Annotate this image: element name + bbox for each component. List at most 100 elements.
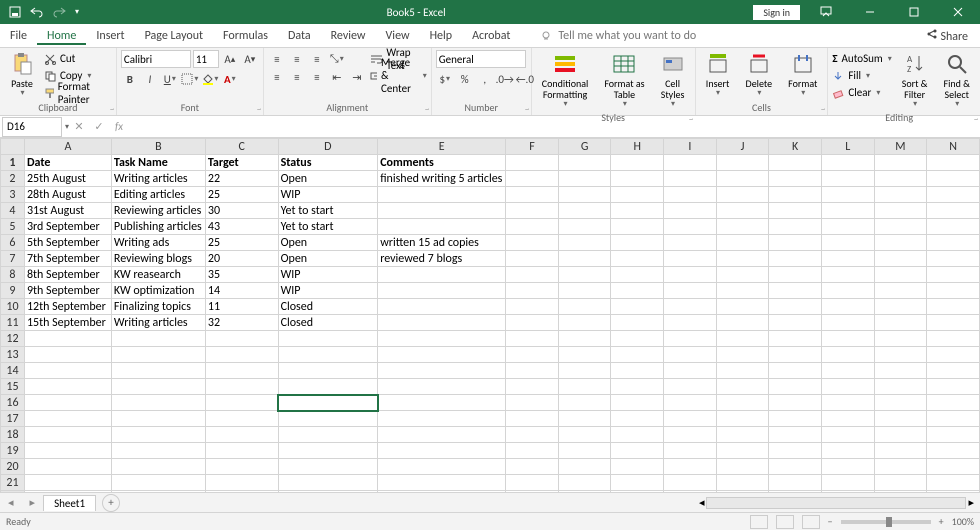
cell-C2[interactable]: 22: [205, 171, 278, 187]
cell-A17[interactable]: [24, 411, 111, 427]
cell-G17[interactable]: [558, 411, 611, 427]
cell-B21[interactable]: [111, 475, 205, 491]
cell-F4[interactable]: [506, 203, 559, 219]
cell-E13[interactable]: [378, 347, 506, 363]
cell-K1[interactable]: [769, 155, 822, 171]
cell-A9[interactable]: 9th September: [24, 283, 111, 299]
font-name-select[interactable]: [121, 50, 191, 68]
cell-L4[interactable]: [821, 203, 874, 219]
cell-B7[interactable]: Reviewing blogs: [111, 251, 205, 267]
cell-B9[interactable]: KW optimization: [111, 283, 205, 299]
cell-F22[interactable]: [506, 491, 559, 493]
cell-B6[interactable]: Writing ads: [111, 235, 205, 251]
cell-D5[interactable]: Yet to start: [278, 219, 378, 235]
cell-A10[interactable]: 12th September: [24, 299, 111, 315]
row-header-4[interactable]: 4: [1, 203, 25, 219]
row-header-1[interactable]: 1: [1, 155, 25, 171]
cell-N12[interactable]: [927, 331, 980, 347]
row-header-13[interactable]: 13: [1, 347, 25, 363]
cell-N15[interactable]: [927, 379, 980, 395]
cell-G3[interactable]: [558, 187, 611, 203]
cell-M7[interactable]: [874, 251, 927, 267]
cell-K16[interactable]: [769, 395, 822, 411]
zoom-in-icon[interactable]: +: [939, 515, 944, 528]
cell-A15[interactable]: [24, 379, 111, 395]
cell-A21[interactable]: [24, 475, 111, 491]
cell-C9[interactable]: 14: [205, 283, 278, 299]
col-header-F[interactable]: F: [506, 139, 559, 155]
cell-J13[interactable]: [716, 347, 769, 363]
cell-J8[interactable]: [716, 267, 769, 283]
cell-J14[interactable]: [716, 363, 769, 379]
cell-F12[interactable]: [506, 331, 559, 347]
cell-A3[interactable]: 28th August: [24, 187, 111, 203]
zoom-out-icon[interactable]: −: [828, 515, 833, 528]
cell-I17[interactable]: [664, 411, 717, 427]
cell-K10[interactable]: [769, 299, 822, 315]
cell-M11[interactable]: [874, 315, 927, 331]
cell-J7[interactable]: [716, 251, 769, 267]
find-select-button[interactable]: Find & Select▾: [938, 50, 976, 111]
cell-B4[interactable]: Reviewing articles: [111, 203, 205, 219]
cell-E8[interactable]: [378, 267, 506, 283]
cell-B3[interactable]: Editing articles: [111, 187, 205, 203]
cell-H13[interactable]: [611, 347, 664, 363]
cell-D10[interactable]: Closed: [278, 299, 378, 315]
cell-A14[interactable]: [24, 363, 111, 379]
cell-L15[interactable]: [821, 379, 874, 395]
cell-H14[interactable]: [611, 363, 664, 379]
cell-E20[interactable]: [378, 459, 506, 475]
tab-page-layout[interactable]: Page Layout: [135, 29, 213, 43]
cancel-formula-icon[interactable]: ✕: [69, 120, 89, 133]
cell-C11[interactable]: 32: [205, 315, 278, 331]
cell-K17[interactable]: [769, 411, 822, 427]
cell-H21[interactable]: [611, 475, 664, 491]
cell-F14[interactable]: [506, 363, 559, 379]
cell-E6[interactable]: written 15 ad copies: [378, 235, 506, 251]
row-header-21[interactable]: 21: [1, 475, 25, 491]
cell-N7[interactable]: [927, 251, 980, 267]
cell-H19[interactable]: [611, 443, 664, 459]
name-box[interactable]: [2, 117, 62, 137]
cell-N6[interactable]: [927, 235, 980, 251]
cell-A19[interactable]: [24, 443, 111, 459]
sheet-nav-prev-icon[interactable]: ◂: [0, 496, 22, 509]
cell-E2[interactable]: finished writing 5 articles: [378, 171, 506, 187]
cell-A20[interactable]: [24, 459, 111, 475]
cell-B5[interactable]: Publishing articles: [111, 219, 205, 235]
border-button[interactable]: ▾: [181, 70, 199, 88]
scroll-left-icon[interactable]: ◂: [699, 496, 705, 509]
cell-B12[interactable]: [111, 331, 205, 347]
cell-M15[interactable]: [874, 379, 927, 395]
cell-A18[interactable]: [24, 427, 111, 443]
cell-J22[interactable]: [716, 491, 769, 493]
cell-G20[interactable]: [558, 459, 611, 475]
cell-H10[interactable]: [611, 299, 664, 315]
cell-H7[interactable]: [611, 251, 664, 267]
cell-F19[interactable]: [506, 443, 559, 459]
cell-B14[interactable]: [111, 363, 205, 379]
cell-D2[interactable]: Open: [278, 171, 378, 187]
cell-E11[interactable]: [378, 315, 506, 331]
cell-G8[interactable]: [558, 267, 611, 283]
tab-insert[interactable]: Insert: [86, 29, 134, 43]
col-header-G[interactable]: G: [558, 139, 611, 155]
fill-color-button[interactable]: ▾: [201, 70, 219, 88]
cell-D15[interactable]: [278, 379, 378, 395]
cell-N5[interactable]: [927, 219, 980, 235]
cell-B16[interactable]: [111, 395, 205, 411]
cell-J9[interactable]: [716, 283, 769, 299]
col-header-C[interactable]: C: [205, 139, 278, 155]
row-header-7[interactable]: 7: [1, 251, 25, 267]
cell-K14[interactable]: [769, 363, 822, 379]
cell-E12[interactable]: [378, 331, 506, 347]
cell-M12[interactable]: [874, 331, 927, 347]
cell-K4[interactable]: [769, 203, 822, 219]
cell-B1[interactable]: Task Name: [111, 155, 205, 171]
cell-L16[interactable]: [821, 395, 874, 411]
cell-F5[interactable]: [506, 219, 559, 235]
cell-L22[interactable]: [821, 491, 874, 493]
cell-I15[interactable]: [664, 379, 717, 395]
cell-A2[interactable]: 25th August: [24, 171, 111, 187]
cell-H22[interactable]: [611, 491, 664, 493]
